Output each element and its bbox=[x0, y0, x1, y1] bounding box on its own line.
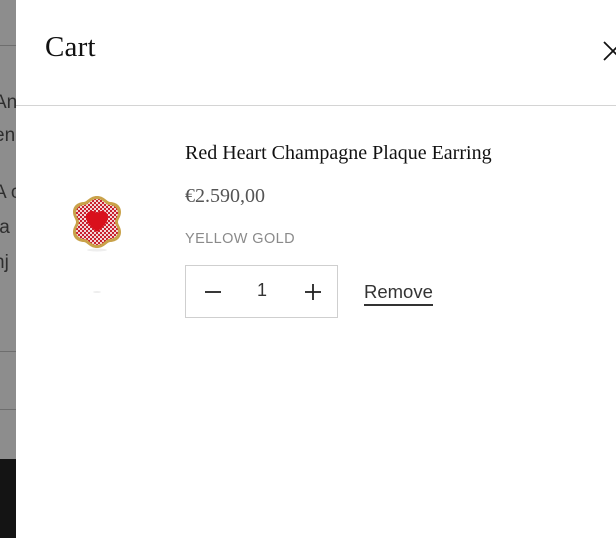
close-icon bbox=[603, 41, 616, 61]
increase-quantity-button[interactable] bbox=[299, 278, 327, 306]
decrease-quantity-button[interactable] bbox=[199, 278, 227, 306]
cart-title: Cart bbox=[45, 31, 96, 63]
close-button[interactable] bbox=[598, 36, 616, 66]
background-dark-block bbox=[0, 459, 16, 538]
background-divider bbox=[0, 409, 16, 410]
background-divider bbox=[0, 45, 16, 46]
heart-earring-image[interactable] bbox=[66, 190, 128, 300]
background-divider bbox=[0, 351, 16, 352]
background-text-fragment: A c bbox=[0, 182, 16, 203]
plus-icon bbox=[305, 284, 321, 300]
product-variant: YELLOW GOLD bbox=[185, 231, 295, 247]
background-text-fragment: An bbox=[0, 92, 16, 113]
product-price: €2.590,00 bbox=[185, 185, 265, 207]
cart-drawer: Cart Red Heart Champagne Plaque Earring … bbox=[16, 0, 616, 538]
background-text-fragment: en bbox=[0, 125, 16, 146]
background-text-fragment: nj bbox=[0, 252, 9, 273]
page-backdrop[interactable]: An en A c ta nj bbox=[0, 0, 16, 538]
product-name[interactable]: Red Heart Champagne Plaque Earring bbox=[185, 142, 492, 165]
minus-icon bbox=[205, 291, 221, 293]
cart-header: Cart bbox=[16, 0, 616, 106]
background-text-fragment: ta bbox=[0, 217, 10, 238]
quantity-value[interactable]: 1 bbox=[246, 280, 278, 301]
quantity-stepper: 1 bbox=[185, 265, 338, 318]
remove-item-link[interactable]: Remove bbox=[364, 281, 433, 306]
